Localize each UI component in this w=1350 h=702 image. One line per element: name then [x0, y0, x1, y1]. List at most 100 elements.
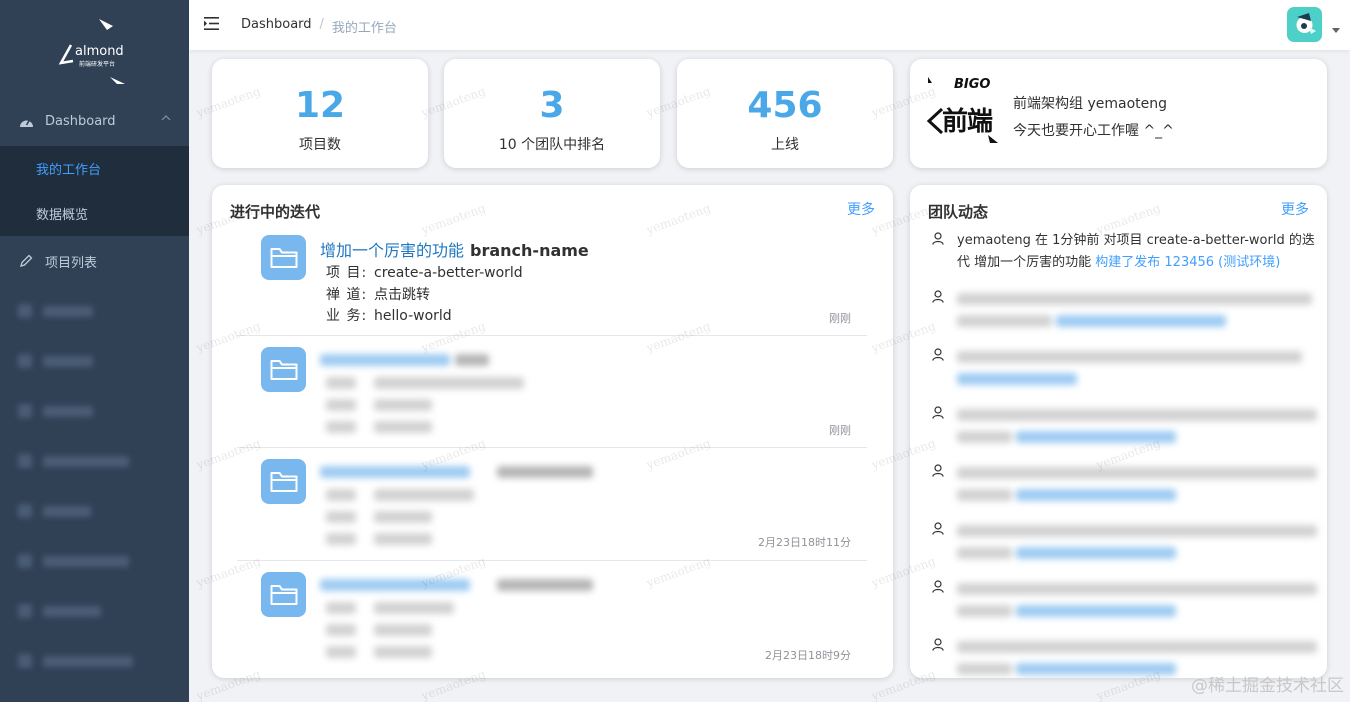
menu-item-blurred[interactable] [0, 286, 189, 336]
stat-card-rank: 3 10 个团队中排名 [444, 59, 660, 168]
caret-down-icon[interactable] [1332, 28, 1340, 33]
row-key: 禅 道: [326, 287, 368, 303]
activity-item [932, 404, 1317, 450]
menu-icon-blurred [18, 504, 32, 518]
edit-icon [18, 253, 34, 269]
iteration-row-blurred [326, 600, 455, 616]
iteration-row-blurred [326, 644, 433, 660]
dashboard-submenu: 我的工作台 数据概览 [0, 146, 189, 236]
menu-item-blurred[interactable] [0, 436, 189, 486]
iteration-time: 刚刚 [829, 424, 851, 437]
menu-item-blurred[interactable] [0, 336, 189, 386]
row-value-link[interactable]: 点击跳转 [374, 287, 430, 303]
activity-text: yemaoteng 在 1分钟前 对项目 create-a-better-wor… [957, 230, 1322, 274]
app-logo[interactable]: almond 前端研发平台 [0, 0, 189, 96]
iteration-branch: branch-name [470, 241, 589, 260]
stat-value: 456 [747, 85, 823, 126]
stat-value: 3 [539, 85, 565, 126]
menu-icon-blurred [18, 654, 32, 668]
iteration-title-blurred [320, 461, 594, 480]
user-icon [932, 290, 944, 303]
activity-item [932, 520, 1317, 566]
activity-link[interactable]: 构建了发布 123456 (测试环境) [1095, 255, 1280, 270]
breadcrumb-home[interactable]: Dashboard [241, 17, 312, 36]
iteration-row-blurred [326, 397, 433, 413]
iteration-title-blurred [320, 349, 490, 368]
breadcrumb: Dashboard / 我的工作台 [241, 17, 397, 36]
activity-title: 团队动态 [928, 203, 989, 221]
menu-label-blurred [43, 405, 93, 417]
activity-text-blurred [957, 578, 1322, 622]
menu-item-blurred[interactable] [0, 486, 189, 536]
menu-item-blurred[interactable] [0, 536, 189, 586]
menu-icon-blurred [18, 554, 32, 568]
iteration-item[interactable]: 增加一个厉害的功能 branch-name 项 目: create-a-better… [237, 235, 867, 330]
iteration-time: 刚刚 [829, 312, 851, 325]
top-header: Dashboard / 我的工作台 [189, 0, 1350, 50]
activity-more-link[interactable]: 更多 [1281, 199, 1309, 219]
iteration-row-blurred [326, 375, 525, 391]
iteration-title-link[interactable]: 增加一个厉害的功能 [320, 241, 464, 260]
divider [237, 335, 867, 336]
profile-greeting: 今天也要开心工作喔 ^_^ [1013, 123, 1174, 139]
iteration-title-blurred [320, 574, 594, 593]
row-value: hello-world [374, 308, 452, 324]
stat-label: 项目数 [299, 137, 341, 153]
menu-dashboard[interactable]: Dashboard [0, 96, 189, 146]
iteration-row-blurred [326, 531, 433, 547]
submenu-overview[interactable]: 数据概览 [0, 191, 189, 236]
iteration-row-blurred [326, 487, 475, 503]
stat-label: 上线 [771, 137, 799, 153]
iteration-title: 增加一个厉害的功能 branch-name [320, 237, 589, 261]
iteration-item[interactable]: 2月23日18时9分 [237, 572, 867, 667]
menu-item-blurred[interactable] [0, 386, 189, 436]
hamburger-icon[interactable] [204, 16, 220, 31]
logo-text: almond [75, 44, 124, 59]
sidebar: almond 前端研发平台 Dashboard 我的工作台 数据概览 项目列表 [0, 0, 189, 702]
activity-text-blurred [957, 288, 1322, 332]
folder-icon [261, 459, 306, 504]
menu-icon-blurred [18, 604, 32, 618]
activity-item [932, 346, 1317, 392]
menu-item-blurred[interactable] [0, 586, 189, 636]
stat-label: 10 个团队中排名 [498, 137, 606, 153]
divider [237, 560, 867, 561]
menu-label-blurred [43, 305, 93, 317]
profile-name: 前端架构组 yemaoteng [1013, 96, 1167, 112]
menu-icon-blurred [18, 454, 32, 468]
iteration-row-blurred [326, 622, 433, 638]
menu-label-blurred [43, 555, 129, 567]
activity-item [932, 462, 1317, 508]
row-value: create-a-better-world [374, 265, 523, 281]
menu-icon-blurred [18, 354, 32, 368]
iterations-title: 进行中的迭代 [230, 203, 321, 221]
activity-item [932, 578, 1317, 624]
menu-project-list[interactable]: 项目列表 [0, 236, 189, 286]
folder-icon [261, 347, 306, 392]
iteration-item[interactable]: 刚刚 [237, 347, 867, 442]
stat-card-projects: 12 项目数 [212, 59, 428, 168]
avatar[interactable] [1287, 7, 1322, 42]
menu-label-blurred [43, 605, 101, 617]
menu-dashboard-label: Dashboard [45, 113, 116, 129]
breadcrumb-separator: / [319, 17, 324, 32]
user-icon [932, 348, 944, 361]
menu-item-blurred[interactable] [0, 636, 189, 686]
row-key: 业 务: [326, 308, 368, 324]
blurred-menu-group [0, 286, 189, 686]
menu-project-list-label: 项目列表 [45, 255, 98, 271]
user-icon [932, 464, 944, 477]
user-icon [932, 232, 944, 245]
dashboard-icon [18, 113, 34, 129]
iteration-time: 2月23日18时11分 [758, 536, 851, 549]
submenu-workbench[interactable]: 我的工作台 [0, 146, 189, 191]
user-icon [932, 580, 944, 593]
divider [237, 447, 867, 448]
iterations-more-link[interactable]: 更多 [847, 199, 875, 219]
iteration-project-row: 项 目: create-a-better-world [326, 262, 523, 282]
iterations-panel: 进行中的迭代 更多 增加一个厉害的功能 branch-name 项 目: creat… [212, 185, 893, 678]
chevron-up-icon [161, 115, 171, 121]
activity-panel: 团队动态 更多 yemaoteng 在 1分钟前 对项目 create-a-be… [910, 185, 1327, 678]
menu-icon-blurred [18, 304, 32, 318]
iteration-item[interactable]: 2月23日18时11分 [237, 459, 867, 554]
